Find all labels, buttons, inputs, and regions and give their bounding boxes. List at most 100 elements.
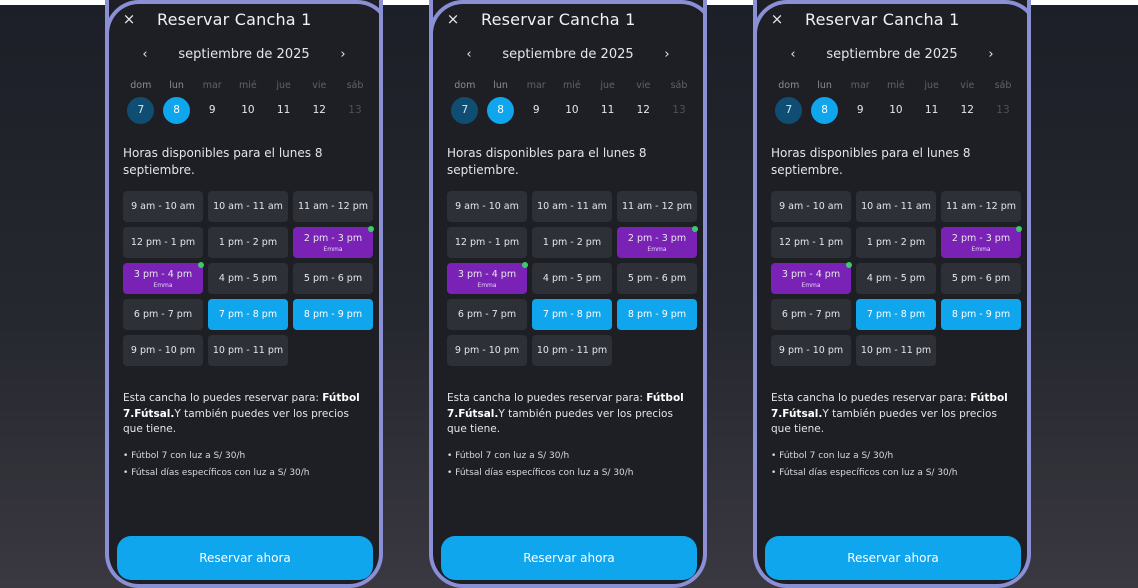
reserve-now-button[interactable]: Reservar ahora bbox=[117, 536, 373, 580]
time-slot[interactable]: 9 pm - 10 pm bbox=[771, 335, 851, 366]
time-slot[interactable]: 11 am - 12 pm bbox=[617, 191, 697, 222]
time-slot[interactable]: 7 pm - 8 pm bbox=[532, 299, 612, 330]
time-slot[interactable]: 5 pm - 6 pm bbox=[941, 263, 1021, 294]
time-slot-label: 9 am - 10 am bbox=[779, 201, 843, 212]
time-slot[interactable]: 4 pm - 5 pm bbox=[856, 263, 936, 294]
date-row: 7 8 9 10 11 12 13 bbox=[771, 96, 1021, 124]
reserve-now-button[interactable]: Reservar ahora bbox=[765, 536, 1021, 580]
price-item: • Fútsal días específicos con luz a S/ 3… bbox=[771, 468, 958, 478]
court-info: Esta cancha lo puedes reservar para: Fút… bbox=[771, 391, 1011, 438]
weekday-label: lun bbox=[169, 80, 184, 91]
time-slot-label: 4 pm - 5 pm bbox=[866, 273, 926, 284]
time-slot[interactable]: 12 pm - 1 pm bbox=[123, 227, 203, 258]
time-slot[interactable]: 2 pm - 3 pm Emma bbox=[293, 226, 374, 258]
calendar-day[interactable]: 12 bbox=[949, 96, 985, 124]
time-slot[interactable]: 10 am - 11 am bbox=[856, 191, 936, 222]
calendar-day[interactable]: 10 bbox=[554, 96, 590, 124]
time-slot[interactable]: 11 am - 12 pm bbox=[941, 191, 1021, 222]
calendar-day[interactable]: 12 bbox=[301, 96, 337, 124]
time-slot[interactable]: 10 pm - 11 pm bbox=[856, 335, 936, 366]
time-slot[interactable]: 10 pm - 11 pm bbox=[532, 335, 612, 366]
time-slot[interactable]: 1 pm - 2 pm bbox=[856, 227, 936, 258]
chevron-right-icon[interactable]: › bbox=[983, 47, 999, 62]
time-slot[interactable]: 9 am - 10 am bbox=[447, 191, 527, 222]
calendar-day-number: 7 bbox=[775, 96, 803, 124]
calendar-day-number: 11 bbox=[924, 104, 939, 116]
calendar-day[interactable]: 12 bbox=[625, 96, 661, 124]
calendar-day[interactable]: 7 bbox=[771, 96, 807, 124]
calendar-day[interactable]: 10 bbox=[230, 96, 266, 124]
time-slot[interactable]: 10 pm - 11 pm bbox=[208, 335, 288, 366]
month-navigator: ‹ septiembre de 2025 › bbox=[461, 44, 675, 64]
header: × Reservar Cancha 1 bbox=[445, 8, 691, 30]
status-dot-icon bbox=[1016, 226, 1022, 232]
weekday-label: vie bbox=[960, 80, 975, 91]
chevron-left-icon[interactable]: ‹ bbox=[785, 47, 801, 62]
price-item: • Fútsal días específicos con luz a S/ 3… bbox=[447, 468, 634, 478]
time-slot[interactable]: 3 pm - 4 pm Emma bbox=[771, 262, 852, 294]
time-slot[interactable]: 3 pm - 4 pm Emma bbox=[447, 262, 528, 294]
chevron-left-icon[interactable]: ‹ bbox=[461, 47, 477, 62]
close-icon[interactable]: × bbox=[121, 11, 137, 27]
calendar-day[interactable]: 8 bbox=[807, 96, 843, 124]
weekday-label: sáb bbox=[346, 80, 364, 91]
time-slot[interactable]: 2 pm - 3 pm Emma bbox=[617, 226, 698, 258]
chevron-left-icon[interactable]: ‹ bbox=[137, 47, 153, 62]
time-slot[interactable]: 12 pm - 1 pm bbox=[447, 227, 527, 258]
time-slot-label: 10 pm - 11 pm bbox=[536, 345, 608, 356]
booked-by-label: Emma bbox=[153, 281, 173, 289]
close-icon[interactable]: × bbox=[445, 11, 461, 27]
time-slot[interactable]: 10 am - 11 am bbox=[532, 191, 612, 222]
time-slot-label: 9 pm - 10 pm bbox=[454, 345, 520, 356]
calendar-day[interactable]: 7 bbox=[123, 96, 159, 124]
calendar-day[interactable]: 9 bbox=[842, 96, 878, 124]
reserve-now-button[interactable]: Reservar ahora bbox=[441, 536, 697, 580]
weekday-label: mié bbox=[239, 80, 257, 91]
time-slot[interactable]: 9 am - 10 am bbox=[123, 191, 203, 222]
calendar-day[interactable]: 11 bbox=[266, 96, 302, 124]
calendar-day[interactable]: 7 bbox=[447, 96, 483, 124]
time-slot[interactable]: 11 am - 12 pm bbox=[293, 191, 373, 222]
time-slot-label: 3 pm - 4 pm bbox=[457, 268, 517, 280]
weekday-row: dom lun mar mié jue vie sáb bbox=[771, 80, 1021, 91]
time-slot[interactable]: 2 pm - 3 pm Emma bbox=[941, 226, 1022, 258]
calendar-day[interactable]: 11 bbox=[590, 96, 626, 124]
time-slot-label: 4 pm - 5 pm bbox=[542, 273, 602, 284]
time-slot[interactable]: 3 pm - 4 pm Emma bbox=[123, 262, 204, 294]
calendar-day[interactable]: 10 bbox=[878, 96, 914, 124]
calendar-day[interactable]: 9 bbox=[194, 96, 230, 124]
court-info-prefix: Esta cancha lo puedes reservar para: bbox=[447, 392, 647, 404]
calendar-day[interactable]: 11 bbox=[914, 96, 950, 124]
calendar-day-number: 8 bbox=[811, 96, 839, 124]
time-slot[interactable]: 6 pm - 7 pm bbox=[771, 299, 851, 330]
time-slot-label: 9 am - 10 am bbox=[131, 201, 195, 212]
close-icon[interactable]: × bbox=[769, 11, 785, 27]
time-slot-label: 9 pm - 10 pm bbox=[130, 345, 196, 356]
time-slot[interactable]: 9 pm - 10 pm bbox=[447, 335, 527, 366]
time-slot[interactable]: 1 pm - 2 pm bbox=[532, 227, 612, 258]
time-slot[interactable]: 12 pm - 1 pm bbox=[771, 227, 851, 258]
time-slot[interactable]: 9 pm - 10 pm bbox=[123, 335, 203, 366]
time-slot[interactable]: 7 pm - 8 pm bbox=[208, 299, 288, 330]
chevron-right-icon[interactable]: › bbox=[659, 47, 675, 62]
calendar-day[interactable]: 9 bbox=[518, 96, 554, 124]
time-slot[interactable]: 8 pm - 9 pm bbox=[293, 299, 373, 330]
calendar-day-number: 9 bbox=[208, 104, 216, 116]
booked-by-label: Emma bbox=[971, 245, 991, 253]
time-slot[interactable]: 4 pm - 5 pm bbox=[532, 263, 612, 294]
time-slot[interactable]: 9 am - 10 am bbox=[771, 191, 851, 222]
time-slot[interactable]: 5 pm - 6 pm bbox=[617, 263, 697, 294]
time-slot[interactable]: 8 pm - 9 pm bbox=[617, 299, 697, 330]
time-slot[interactable]: 5 pm - 6 pm bbox=[293, 263, 373, 294]
calendar-day[interactable]: 8 bbox=[483, 96, 519, 124]
time-slot[interactable]: 8 pm - 9 pm bbox=[941, 299, 1021, 330]
time-slot[interactable]: 4 pm - 5 pm bbox=[208, 263, 288, 294]
time-slot[interactable]: 1 pm - 2 pm bbox=[208, 227, 288, 258]
time-slot[interactable]: 6 pm - 7 pm bbox=[123, 299, 203, 330]
time-slot[interactable]: 10 am - 11 am bbox=[208, 191, 288, 222]
time-slot[interactable]: 7 pm - 8 pm bbox=[856, 299, 936, 330]
calendar-day[interactable]: 8 bbox=[159, 96, 195, 124]
time-slot-label: 4 pm - 5 pm bbox=[218, 273, 278, 284]
chevron-right-icon[interactable]: › bbox=[335, 47, 351, 62]
time-slot[interactable]: 6 pm - 7 pm bbox=[447, 299, 527, 330]
